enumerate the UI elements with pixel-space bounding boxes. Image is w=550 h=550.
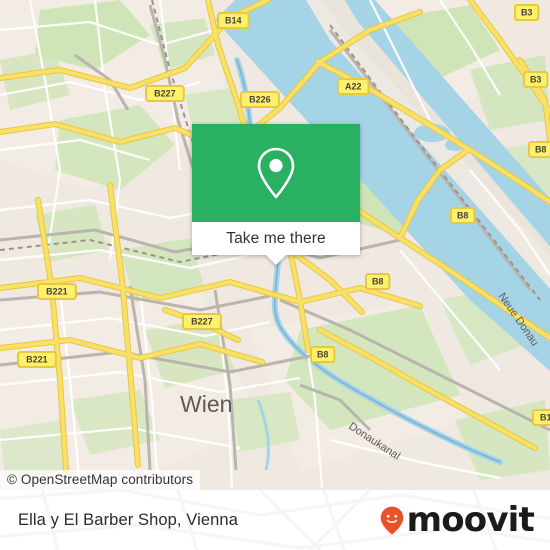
moovit-brand[interactable]: moovit (380, 500, 535, 540)
popup-tail (265, 254, 287, 265)
road-shield: B14 (532, 409, 550, 426)
road-shield: B227 (145, 85, 185, 102)
popup-action-label: Take me there (226, 229, 326, 247)
popup-action-bar[interactable]: Take me there (192, 222, 360, 265)
road-shield-label: B3 (521, 8, 533, 18)
road-shield-label: A22 (345, 82, 362, 92)
road-shield: B226 (240, 91, 280, 108)
road-shield-label: B227 (154, 89, 176, 99)
road-shield: B227 (182, 313, 222, 330)
road-shield-label: B8 (372, 277, 384, 287)
road-shield-label: B8 (535, 145, 547, 155)
road-shield-label: B14 (540, 413, 550, 423)
moovit-smiling-pin-icon (380, 506, 403, 535)
road-shield: B3 (523, 71, 549, 88)
road-shield: B3 (514, 4, 540, 21)
place-title: Ella y El Barber Shop, Vienna (18, 510, 238, 529)
road-shield-label: B14 (225, 16, 242, 26)
road-shield: B8 (450, 207, 476, 224)
road-shield-label: B3 (530, 75, 542, 85)
road-shield-label: B221 (26, 355, 48, 365)
road-shield: B8 (310, 346, 336, 363)
footer-bar: Ella y El Barber Shop, Vienna moovit (0, 490, 550, 550)
take-me-there-popup[interactable]: Take me there (192, 124, 360, 265)
road-shield-label: B221 (46, 287, 68, 297)
popup-image-area (192, 124, 360, 222)
road-shield: B8 (528, 141, 550, 158)
road-shield: A22 (337, 78, 370, 95)
road-shield-label: B227 (191, 317, 213, 327)
map-viewport[interactable]: Wien Neue Donau Donaukanal B14 B226 A22 B3 B… (0, 0, 550, 490)
map-city-label: Wien (180, 391, 232, 417)
map-attribution[interactable]: © OpenStreetMap contributors (0, 470, 201, 490)
map-pin-icon (257, 147, 295, 199)
moovit-wordmark: moovit (406, 500, 535, 540)
road-shield: B221 (37, 283, 77, 300)
road-shield-label: B8 (317, 350, 329, 360)
road-shield: B221 (17, 351, 57, 368)
map-share-card: Wien Neue Donau Donaukanal B14 B226 A22 B3 B… (0, 0, 550, 550)
road-shield-label: B8 (457, 211, 469, 221)
road-shield-label: B226 (249, 95, 271, 105)
footer-content: Ella y El Barber Shop, Vienna moovit (0, 490, 550, 550)
road-shield: B14 (217, 12, 250, 29)
road-shield: B8 (365, 273, 391, 290)
